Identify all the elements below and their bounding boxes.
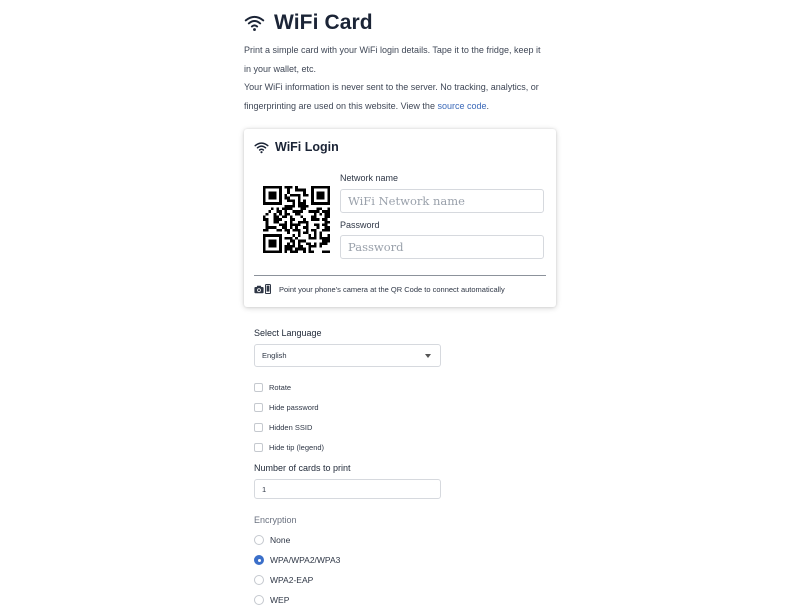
- hide-tip-checkbox[interactable]: [254, 442, 263, 452]
- wifi-icon: [244, 15, 265, 31]
- page-header: WiFi Card: [244, 9, 373, 37]
- encryption-option-wep[interactable]: WEP: [254, 594, 289, 606]
- privacy-text: Your WiFi information is never sent to t…: [244, 78, 548, 115]
- password-label: Password: [340, 220, 380, 230]
- card-header: WiFi Login: [254, 138, 339, 156]
- hidden-ssid-checkbox[interactable]: [254, 422, 263, 432]
- language-select[interactable]: English: [254, 344, 441, 367]
- hide-tip-option[interactable]: Hide tip (legend): [254, 441, 324, 453]
- encryption-label-wep: WEP: [270, 595, 290, 605]
- encryption-radio-wpa2-eap[interactable]: [254, 575, 264, 585]
- hide-password-checkbox[interactable]: [254, 402, 263, 412]
- privacy-text-suffix: .: [486, 100, 489, 111]
- wifi-icon: [254, 141, 269, 153]
- rotate-label: Rotate: [269, 382, 292, 392]
- wifi-card: WiFi Login Network name Password Point y…: [244, 129, 556, 307]
- card-count-label: Number of cards to print: [254, 463, 351, 473]
- encryption-option-wpa2-eap[interactable]: WPA2-EAP: [254, 574, 313, 586]
- card-title: WiFi Login: [275, 140, 339, 154]
- encryption-label-wpa2-eap: WPA2-EAP: [270, 575, 314, 585]
- page-title: WiFi Card: [274, 11, 373, 34]
- encryption-label: Encryption: [254, 515, 297, 525]
- encryption-label-wpa: WPA/WPA2/WPA3: [270, 555, 341, 565]
- source-code-link[interactable]: source code: [437, 101, 486, 111]
- qr-code: [263, 186, 330, 253]
- language-label: Select Language: [254, 328, 322, 338]
- encryption-label-none: None: [270, 535, 291, 545]
- encryption-radio-wpa[interactable]: [254, 555, 264, 565]
- rotate-option[interactable]: Rotate: [254, 381, 291, 393]
- hide-password-option[interactable]: Hide password: [254, 401, 319, 413]
- card-divider: [254, 275, 546, 276]
- card-legend: Point your phone's camera at the QR Code…: [254, 282, 505, 296]
- encryption-radio-none[interactable]: [254, 535, 264, 545]
- rotate-checkbox[interactable]: [254, 382, 263, 392]
- hide-tip-label: Hide tip (legend): [269, 442, 325, 452]
- encryption-option-none[interactable]: None: [254, 534, 290, 546]
- chevron-down-icon: [425, 354, 431, 358]
- language-select-value: English: [262, 351, 287, 360]
- encryption-radio-wep[interactable]: [254, 595, 264, 605]
- camera-icon: [254, 285, 264, 293]
- network-name-input[interactable]: [340, 189, 544, 213]
- network-name-label: Network name: [340, 173, 399, 183]
- phone-icon: [265, 284, 271, 294]
- card-count-input[interactable]: [254, 479, 441, 499]
- intro-text: Print a simple card with your WiFi login…: [244, 45, 541, 74]
- legend-text: Point your phone's camera at the QR Code…: [279, 284, 505, 294]
- encryption-option-wpa[interactable]: WPA/WPA2/WPA3: [254, 554, 340, 566]
- hidden-ssid-label: Hidden SSID: [269, 422, 313, 432]
- password-input[interactable]: [340, 235, 544, 259]
- hide-password-label: Hide password: [269, 402, 319, 412]
- hidden-ssid-option[interactable]: Hidden SSID: [254, 421, 312, 433]
- privacy-text-prefix: Your WiFi information is never sent to t…: [244, 82, 539, 111]
